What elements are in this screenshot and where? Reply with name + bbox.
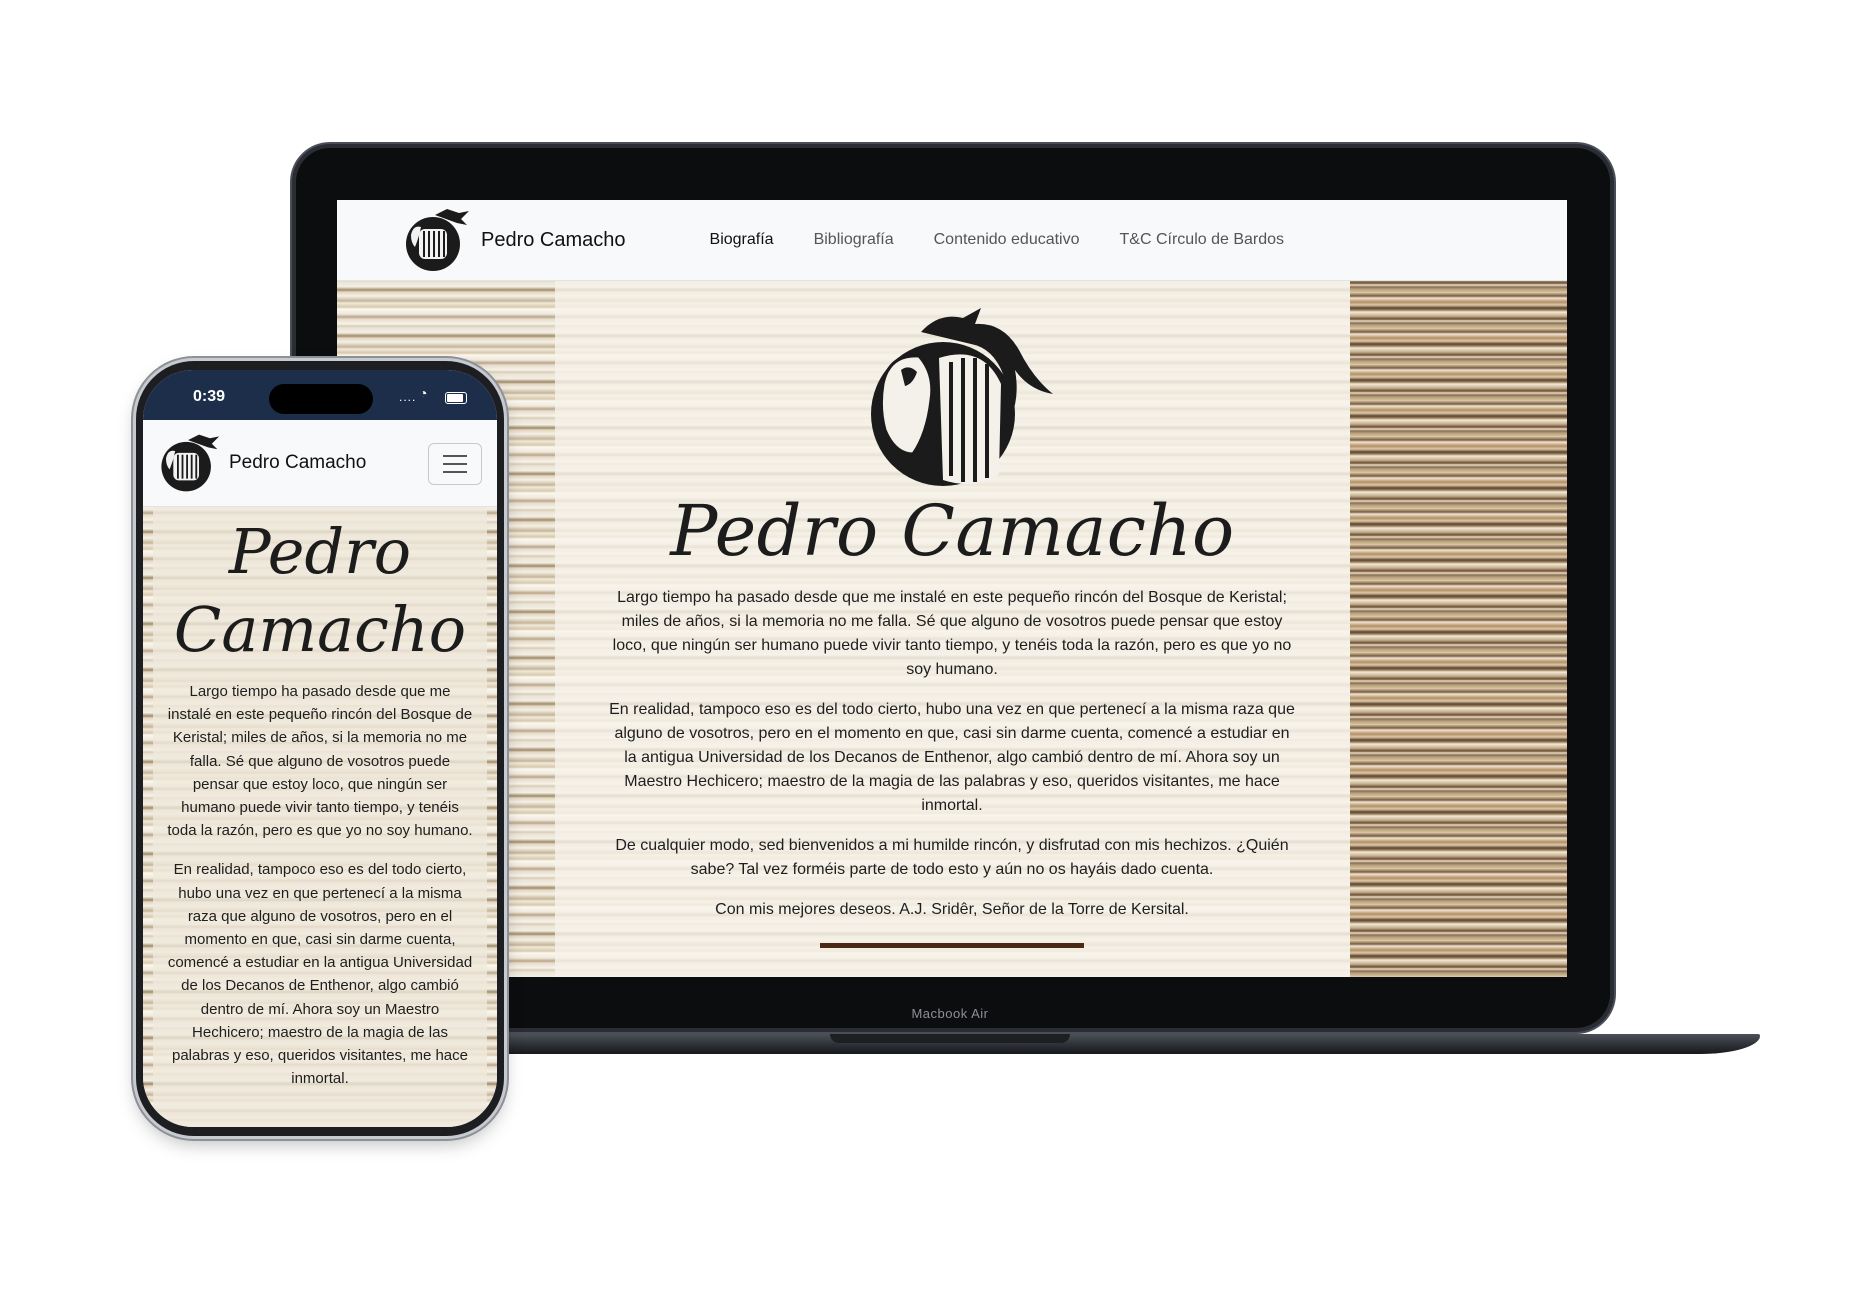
phone-screen: 0:39 .... ◔ Pedro Camacho Pedro Camacho … (143, 370, 497, 1127)
paragraph: Largo tiempo ha pasado desde que me inst… (167, 683, 473, 840)
wifi-icon: ◔ (419, 385, 428, 401)
mobile-hero-title-line2: Camacho (173, 593, 467, 666)
signature: Con mis mejores deseos. A.J. Sridêr, Señ… (715, 901, 1189, 918)
mobile-brand-name: Pedro Camacho (229, 452, 367, 473)
paragraph: De cualquier modo, sed bienvenidos a mi … (615, 837, 1289, 878)
laptop-model-label: Macbook Air (911, 1006, 989, 1021)
dragon-harp-logo-icon (871, 308, 1053, 486)
mobile-navbar-brand[interactable]: Pedro Camacho (155, 432, 366, 494)
nav-link-contenido-educativo[interactable]: Contenido educativo (934, 231, 1080, 249)
laptop-screen: Pedro Camacho Biografía Bibliografía Con… (337, 200, 1567, 977)
hero-background-right (1350, 281, 1567, 977)
mobile-hero-title-line1: Pedro (228, 515, 412, 588)
paragraph: Largo tiempo ha pasado desde que me inst… (612, 589, 1292, 678)
signal-icon: .... (399, 390, 417, 404)
hero-text: Largo tiempo ha pasado desde que me inst… (607, 586, 1297, 938)
nav-links: Biografía Bibliografía Contenido educati… (670, 231, 1285, 249)
status-time: 0:39 (193, 388, 226, 405)
mobile-hero-text: Largo tiempo ha pasado desde que me inst… (167, 680, 473, 1106)
brand-name: Pedro Camacho (481, 228, 626, 251)
nav-link-circulo-de-bardos[interactable]: T&C Círculo de Bardos (1120, 231, 1285, 249)
divider-rule (820, 943, 1084, 948)
brand-logo-icon (406, 209, 469, 271)
mobile-navbar: Pedro Camacho (143, 420, 497, 507)
paragraph: En realidad, tampoco eso es del todo cie… (167, 861, 473, 1088)
hamburger-menu-button[interactable] (428, 443, 482, 485)
battery-icon (445, 392, 467, 404)
hero-title: Pedro Camacho (670, 490, 1235, 572)
brand-logo-icon (161, 434, 220, 492)
nav-link-bibliografia[interactable]: Bibliografía (814, 231, 894, 249)
paragraph: En realidad, tampoco eso es del todo cie… (609, 701, 1295, 814)
nav-link-biografia[interactable]: Biografía (710, 231, 774, 249)
status-bar: 0:39 .... ◔ (143, 370, 497, 420)
hamburger-menu-icon (443, 455, 467, 457)
desktop-navbar: Pedro Camacho Biografía Bibliografía Con… (337, 200, 1567, 281)
mobile-hero-title: Pedro Camacho (153, 513, 487, 669)
laptop-notch (830, 1034, 1070, 1043)
navbar-brand[interactable]: Pedro Camacho (399, 207, 626, 273)
dynamic-island (269, 384, 373, 414)
